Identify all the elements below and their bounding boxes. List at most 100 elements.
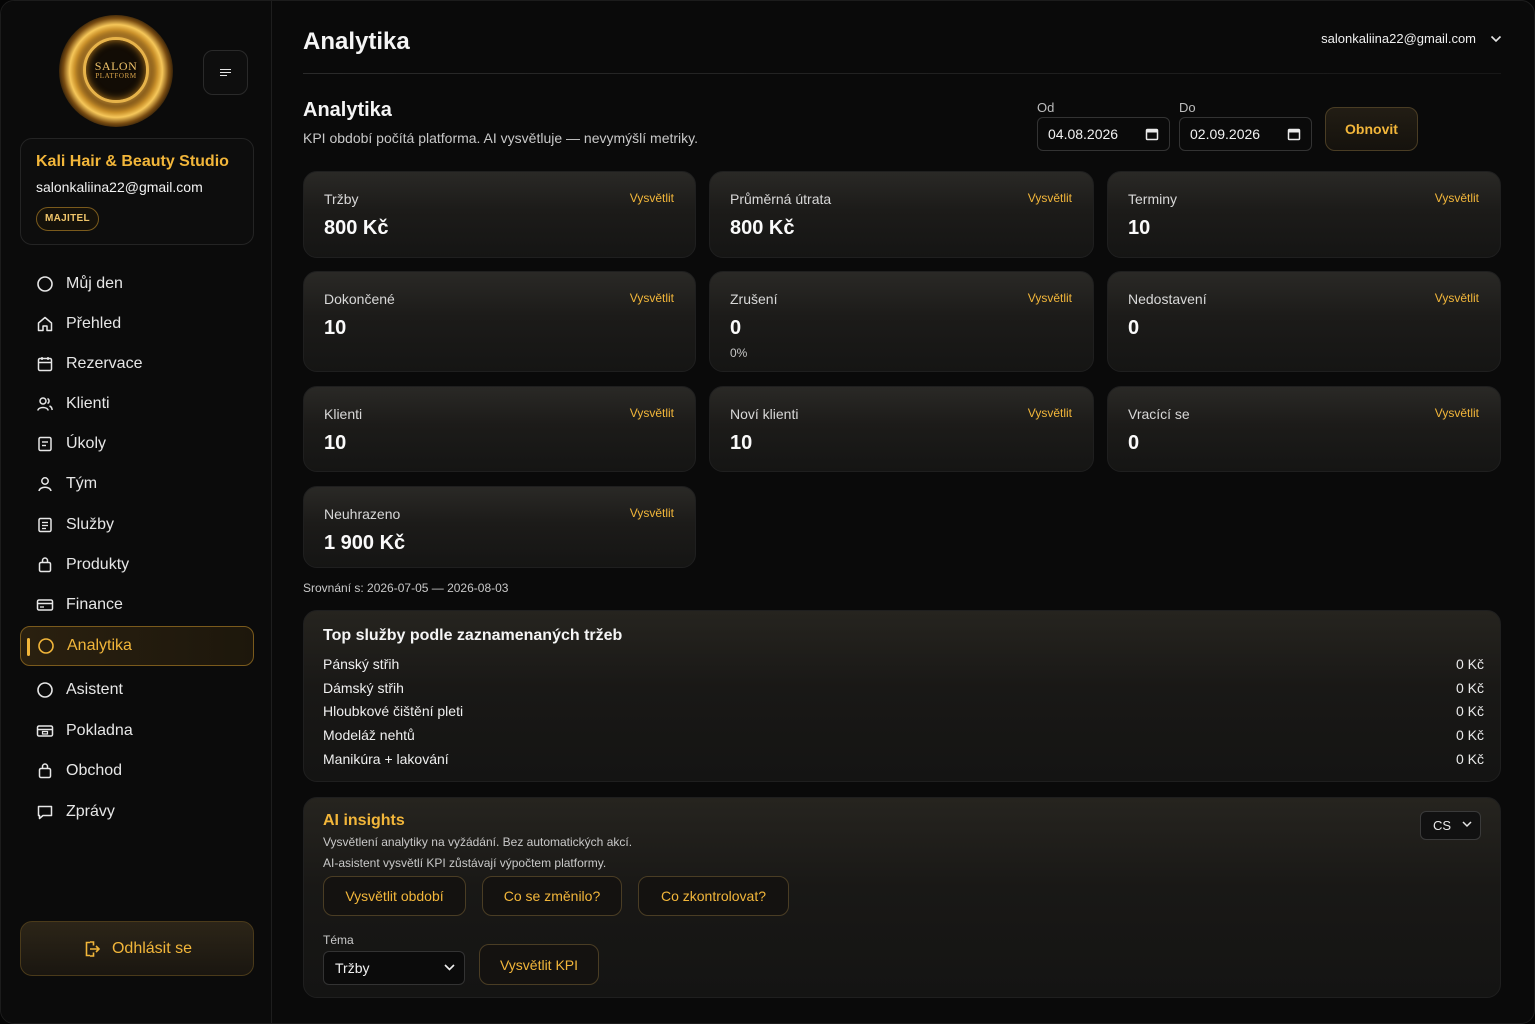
logo-text-platform: PLATFORM — [95, 71, 137, 80]
language-select[interactable]: CS — [1420, 811, 1481, 840]
sidebar-item-prehled[interactable]: Přehled — [20, 304, 254, 344]
kpi-value: 800 Kč — [730, 217, 795, 239]
hamburger-icon — [220, 68, 231, 77]
sidebar-item-zpravy[interactable]: Zprávy — [20, 792, 254, 832]
section-subtitle: KPI období počítá platforma. AI vysvětlu… — [303, 130, 699, 146]
service-name: Modeláž nehtů — [323, 727, 415, 743]
sidebar-item-tym[interactable]: Tým — [20, 464, 254, 504]
refresh-button[interactable]: Obnovit — [1325, 107, 1418, 151]
kpi-card-prumerna-utrata: Průměrná útrata Vysvětlit 800 Kč — [709, 171, 1094, 258]
date-to-input[interactable]: 02.09.2026 — [1179, 117, 1312, 151]
topic-label: Téma — [323, 933, 354, 947]
menu-toggle-button[interactable] — [203, 50, 248, 95]
sidebar-item-rezervace[interactable]: Rezervace — [20, 344, 254, 384]
date-to-value: 02.09.2026 — [1190, 126, 1261, 142]
date-from-value: 04.08.2026 — [1048, 126, 1119, 142]
explain-link[interactable]: Vysvětlit — [630, 191, 674, 205]
user-menu[interactable]: salonkaliina22@gmail.com — [1321, 31, 1502, 46]
sidebar-item-analytika[interactable]: Analytika — [20, 626, 254, 666]
home-icon — [36, 315, 54, 333]
sidebar-item-asistent[interactable]: Asistent — [20, 670, 254, 710]
what-to-check-button[interactable]: Co zkontrolovat? — [638, 876, 789, 916]
explain-link[interactable]: Vysvětlit — [630, 406, 674, 420]
list-item: Modeláž nehtů 0 Kč — [323, 727, 1484, 747]
ai-description: Vysvětlení analytiky na vyžádání. Bez au… — [323, 835, 633, 849]
logout-label: Odhlásit se — [111, 939, 193, 957]
bag-icon — [36, 762, 54, 780]
list-item: Pánský střih 0 Kč — [323, 656, 1484, 676]
sidebar-item-obchod[interactable]: Obchod — [20, 751, 254, 791]
kpi-label: Nedostavení — [1128, 291, 1207, 307]
calendar-icon[interactable] — [1145, 127, 1159, 141]
what-changed-button[interactable]: Co se změnilo? — [482, 876, 622, 916]
studio-name: Kali Hair & Beauty Studio — [36, 153, 229, 170]
salon-platform-logo[interactable]: SALON PLATFORM — [59, 15, 173, 127]
kpi-label: Klienti — [324, 406, 363, 422]
page-title: Analytika — [303, 28, 410, 55]
sidebar-item-sluzby[interactable]: Služby — [20, 505, 254, 545]
calendar-icon[interactable] — [1287, 127, 1301, 141]
kpi-label: Noví klienti — [730, 406, 799, 422]
top-services-panel: Top služby podle zaznamenaných tržeb Pán… — [303, 610, 1501, 782]
sidebar-item-finance[interactable]: Finance — [20, 585, 254, 625]
kpi-card-nedostaveni: Nedostavení Vysvětlit 0 — [1107, 271, 1501, 372]
explain-link[interactable]: Vysvětlit — [1435, 291, 1479, 305]
service-name: Manikúra + lakování — [323, 751, 449, 767]
explain-kpi-button[interactable]: Vysvětlit KPI — [479, 944, 599, 985]
circle-icon — [37, 637, 55, 655]
service-amount: 0 Kč — [1455, 703, 1484, 719]
explain-link[interactable]: Vysvětlit — [1028, 191, 1072, 205]
ai-insights-panel: AI insights Vysvětlení analytiky na vyžá… — [303, 797, 1501, 998]
logout-icon — [82, 939, 102, 959]
main-content: Analytika salonkaliina22@gmail.com Analy… — [272, 1, 1534, 1023]
studio-email: salonkaliina22@gmail.com — [36, 179, 203, 195]
app-window: SALON PLATFORM Kali Hair & Beauty Studio… — [0, 0, 1535, 1024]
kpi-value: 0 — [1128, 432, 1140, 454]
section-title: Analytika — [303, 99, 392, 121]
task-icon — [36, 435, 54, 453]
sidebar-item-label: Tým — [66, 475, 98, 492]
sidebar-item-produkty[interactable]: Produkty — [20, 545, 254, 585]
topic-select[interactable]: Tržby — [323, 951, 465, 985]
chevron-down-icon — [1462, 821, 1472, 828]
kpi-card-trzby: Tržby Vysvětlit 800 Kč — [303, 171, 696, 258]
explain-link[interactable]: Vysvětlit — [630, 506, 674, 520]
explain-link[interactable]: Vysvětlit — [1435, 191, 1479, 205]
kpi-label: Vracící se — [1128, 406, 1190, 422]
kpi-card-terminy: Terminy Vysvětlit 10 — [1107, 171, 1501, 258]
kpi-label: Neuhrazeno — [324, 506, 401, 522]
date-from-label: Od — [1037, 100, 1055, 115]
date-to-label: Do — [1179, 100, 1196, 115]
chevron-down-icon — [1490, 35, 1502, 43]
logo-text-salon: SALON — [94, 58, 138, 73]
explain-link[interactable]: Vysvětlit — [1435, 406, 1479, 420]
sidebar-item-label: Obchod — [66, 762, 123, 779]
kpi-label: Tržby — [324, 191, 359, 207]
explain-link[interactable]: Vysvětlit — [1028, 406, 1072, 420]
sidebar-item-label: Přehled — [66, 315, 122, 332]
service-amount: 0 Kč — [1455, 751, 1484, 767]
explain-link[interactable]: Vysvětlit — [630, 291, 674, 305]
sidebar-item-klienti[interactable]: Klienti — [20, 384, 254, 424]
sidebar-item-muj-den[interactable]: Můj den — [20, 264, 254, 304]
list-item: Dámský střih 0 Kč — [323, 680, 1484, 700]
header-divider — [303, 73, 1501, 74]
user-icon — [36, 475, 54, 493]
circle-icon — [36, 681, 54, 699]
sidebar-item-pokladna[interactable]: Pokladna — [20, 711, 254, 751]
user-email: salonkaliina22@gmail.com — [1321, 31, 1476, 46]
logout-button[interactable]: Odhlásit se — [20, 921, 254, 976]
sidebar-item-label: Analytika — [67, 637, 132, 654]
kpi-label: Terminy — [1128, 191, 1178, 207]
sidebar-item-label: Služby — [66, 516, 115, 533]
sidebar-item-ukoly[interactable]: Úkoly — [20, 424, 254, 464]
date-from-input[interactable]: 04.08.2026 — [1037, 117, 1170, 151]
list-icon — [36, 516, 54, 534]
sidebar-item-label: Pokladna — [66, 722, 133, 739]
message-icon — [36, 803, 54, 821]
explain-link[interactable]: Vysvětlit — [1028, 291, 1072, 305]
explain-period-button[interactable]: Vysvětlit období — [323, 876, 466, 916]
service-name: Pánský střih — [323, 656, 400, 672]
kpi-card-vracici-se: Vracící se Vysvětlit 0 — [1107, 386, 1501, 472]
sidebar: SALON PLATFORM Kali Hair & Beauty Studio… — [1, 1, 272, 1023]
